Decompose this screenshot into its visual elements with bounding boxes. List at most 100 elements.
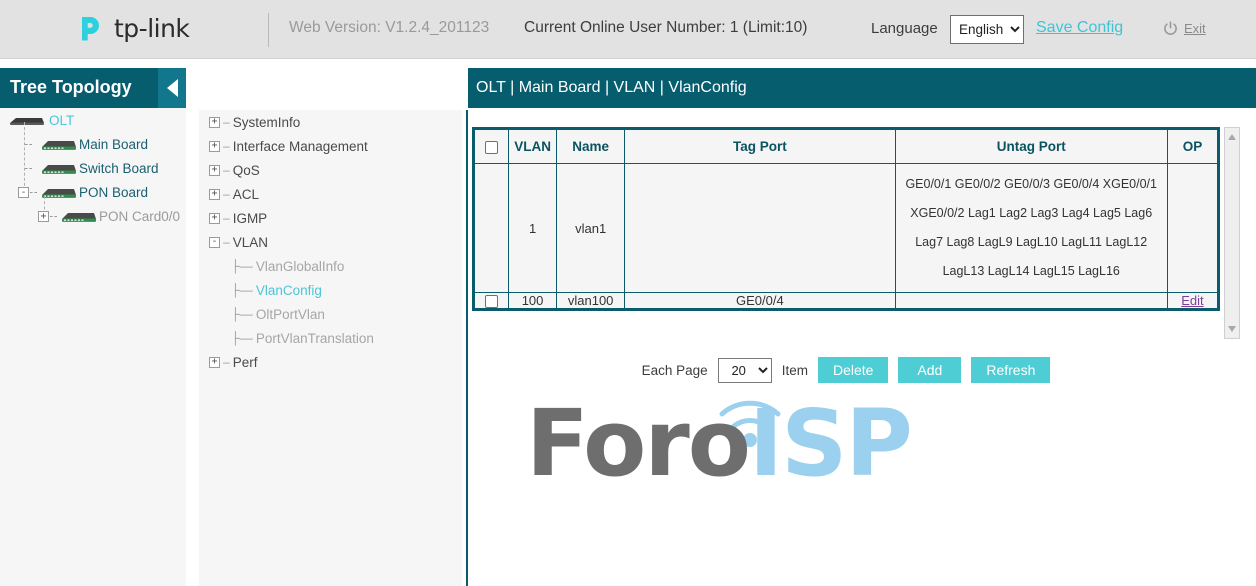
- navigation-menu: +–SystemInfo+–Interface Management+–QoS+…: [199, 110, 462, 586]
- cell-untag-port: GE0/0/1 GE0/0/2 GE0/0/3 GE0/0/4 XGE0/0/1…: [895, 164, 1167, 293]
- tree-topology-panel: Tree Topology OLTMain BoardSwitch BoardP…: [0, 68, 186, 586]
- cell-op: [1167, 164, 1217, 293]
- menu-item-vlanconfig[interactable]: ├––VlanConfig: [199, 278, 462, 302]
- menu-item-label: OltPortVlan: [256, 307, 325, 322]
- exit-label: Exit: [1184, 21, 1206, 36]
- tree-header: Tree Topology: [0, 68, 186, 108]
- web-version-text: Web Version: V1.2.4_201123: [289, 19, 489, 37]
- menu-item-vlanglobalinfo[interactable]: ├––VlanGlobalInfo: [199, 254, 462, 278]
- each-page-label: Each Page: [642, 363, 708, 378]
- menu-item-label: PortVlanTranslation: [256, 331, 374, 346]
- exit-button[interactable]: Exit: [1163, 21, 1206, 36]
- header-untag-port: Untag Port: [895, 130, 1167, 164]
- vlan-table: VLAN Name Tag Port Untag Port OP 1vlan1 G…: [474, 129, 1218, 309]
- edit-link[interactable]: Edit: [1181, 293, 1203, 308]
- expand-icon[interactable]: +: [209, 189, 220, 200]
- language-select[interactable]: English: [950, 15, 1024, 44]
- menu-item-acl[interactable]: +–ACL: [199, 182, 462, 206]
- cell-vlan-id: 100: [509, 293, 557, 309]
- brand-logo: tp-link: [70, 8, 189, 48]
- cell-op: Edit: [1167, 293, 1217, 309]
- cell-untag-port: [895, 293, 1167, 309]
- vlan-table-container: VLAN Name Tag Port Untag Port OP 1vlan1 G…: [472, 127, 1220, 311]
- page-root: tp-link Web Version: V1.2.4_201123 Curre…: [0, 0, 1256, 586]
- menu-item-systeminfo[interactable]: +–SystemInfo: [199, 110, 462, 134]
- tree-branch-icon: ├––: [217, 259, 256, 273]
- cell-vlan-name: vlan100: [557, 293, 625, 309]
- header-op: OP: [1167, 130, 1217, 164]
- item-label: Item: [782, 363, 808, 378]
- tree-tick: –: [220, 235, 233, 249]
- brand-name: tp-link: [114, 14, 189, 43]
- menu-item-igmp[interactable]: +–IGMP: [199, 206, 462, 230]
- menu-item-perf[interactable]: +–Perf: [199, 350, 462, 374]
- page-size-select[interactable]: 20: [718, 358, 772, 383]
- watermark-foro: Foro: [526, 390, 749, 497]
- header-tag-port: Tag Port: [625, 130, 895, 164]
- tree-toggle-pon-board[interactable]: -: [18, 187, 29, 198]
- untag-port-list: GE0/0/1 GE0/0/2 GE0/0/3 GE0/0/4 XGE0/0/1…: [896, 164, 1167, 292]
- menu-item-interface-management[interactable]: +–Interface Management: [199, 134, 462, 158]
- header-name: Name: [557, 130, 625, 164]
- untag-port-line: LagL13 LagL14 LagL15 LagL16: [898, 257, 1165, 286]
- tree-tick: –: [220, 115, 233, 129]
- menu-item-portvlantranslation[interactable]: ├––PortVlanTranslation: [199, 326, 462, 350]
- menu-item-label: QoS: [233, 163, 260, 178]
- breadcrumb: OLT | Main Board | VLAN | VlanConfig: [476, 79, 747, 97]
- tree-tick: –: [220, 139, 233, 153]
- tree-title: Tree Topology: [10, 77, 132, 98]
- table-controls: Each Page 20 Item Delete Add Refresh: [472, 350, 1220, 390]
- untag-port-line: GE0/0/1 GE0/0/2 GE0/0/3 GE0/0/4 XGE0/0/1: [898, 170, 1165, 199]
- header-divider: [268, 13, 269, 47]
- breadcrumb-bar: OLT | Main Board | VLAN | VlanConfig: [468, 68, 1256, 108]
- main-content: OLT | Main Board | VLAN | VlanConfig For…: [468, 68, 1256, 586]
- header-vlan: VLAN: [509, 130, 557, 164]
- expand-icon[interactable]: +: [209, 141, 220, 152]
- menu-item-qos[interactable]: +–QoS: [199, 158, 462, 182]
- expand-icon[interactable]: +: [209, 165, 220, 176]
- tree-collapse-button[interactable]: [158, 68, 186, 108]
- add-button[interactable]: Add: [898, 357, 961, 383]
- tree-toggle-pon-card[interactable]: +: [38, 211, 49, 222]
- row-checkbox[interactable]: [485, 295, 498, 308]
- online-user-text: Current Online User Number: 1 (Limit:10): [524, 19, 807, 37]
- menu-item-label: Perf: [233, 355, 258, 370]
- menu-item-label: VlanGlobalInfo: [256, 259, 345, 274]
- row-select-cell: [475, 164, 509, 293]
- scroll-up-icon[interactable]: [1228, 134, 1236, 140]
- tree-tick: –: [220, 211, 233, 225]
- language-label: Language: [871, 20, 938, 37]
- tree-branch-icon: ├––: [217, 307, 256, 321]
- cell-tag-port: [625, 164, 895, 293]
- scroll-down-icon[interactable]: [1228, 326, 1236, 332]
- tree-branch-icon: ├––: [217, 283, 256, 297]
- save-config-button[interactable]: Save Config: [1036, 19, 1123, 37]
- table-row: 100vlan100GE0/0/4Edit: [475, 293, 1218, 309]
- top-header: tp-link Web Version: V1.2.4_201123 Curre…: [0, 0, 1256, 59]
- table-scrollbar[interactable]: [1224, 127, 1240, 339]
- panel-gutter: [186, 68, 199, 586]
- menu-item-label: VLAN: [233, 235, 268, 250]
- menu-item-label: SystemInfo: [233, 115, 301, 130]
- cell-vlan-id: 1: [509, 164, 557, 293]
- menu-item-oltportvlan[interactable]: ├––OltPortVlan: [199, 302, 462, 326]
- menu-item-vlan[interactable]: -–VLAN: [199, 230, 462, 254]
- watermark-isp: ISP: [749, 390, 911, 497]
- expand-icon[interactable]: +: [209, 117, 220, 128]
- refresh-button[interactable]: Refresh: [971, 357, 1050, 383]
- expand-icon[interactable]: +: [209, 357, 220, 368]
- delete-button[interactable]: Delete: [818, 357, 888, 383]
- collapse-icon[interactable]: -: [209, 237, 220, 248]
- menu-item-label: ACL: [233, 187, 259, 202]
- tree-tick: –: [220, 187, 233, 201]
- select-all-checkbox[interactable]: [485, 141, 498, 154]
- table-header-row: VLAN Name Tag Port Untag Port OP: [475, 130, 1218, 164]
- tp-link-logo-icon: [70, 8, 110, 48]
- table-body: 1vlan1 GE0/0/1 GE0/0/2 GE0/0/3 GE0/0/4 XG…: [475, 164, 1218, 309]
- cell-vlan-name: vlan1: [557, 164, 625, 293]
- tree-branch-icon: ├––: [217, 331, 256, 345]
- untag-port-line: XGE0/0/2 Lag1 Lag2 Lag3 Lag4 Lag5 Lag6: [898, 199, 1165, 228]
- expand-icon[interactable]: +: [209, 213, 220, 224]
- menu-item-label: IGMP: [233, 211, 268, 226]
- watermark-text: ForoISP: [526, 398, 911, 490]
